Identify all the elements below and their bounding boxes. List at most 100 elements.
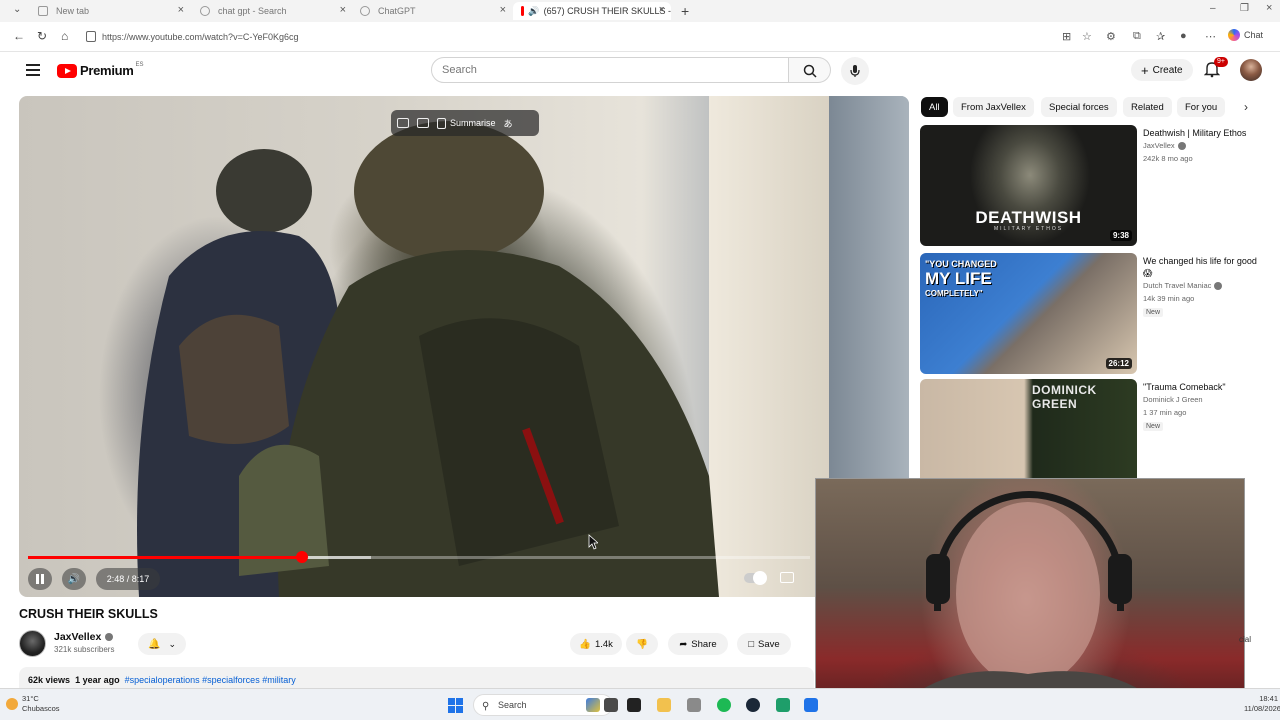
video-player[interactable]: Summarise あ 🔊 2:48 / 8:17 — [19, 96, 909, 597]
app-icon[interactable] — [687, 698, 701, 712]
recommendation-item[interactable]: DOMINICK GREEN "Trauma Comeback" Dominic… — [920, 379, 1260, 478]
apps-icon[interactable]: ⊞ — [1062, 30, 1071, 43]
back-icon[interactable]: ← — [13, 29, 25, 43]
subtitles-icon[interactable] — [780, 572, 794, 583]
channel-avatar[interactable] — [19, 630, 46, 657]
extension-icon[interactable]: ⚙ — [1106, 30, 1116, 43]
windows-start-icon[interactable] — [448, 698, 463, 713]
close-icon[interactable]: × — [500, 4, 506, 16]
more-icon[interactable]: ⋯ — [1205, 30, 1216, 43]
tab-new-tab[interactable]: New tab × — [30, 2, 190, 20]
search-input[interactable]: Search — [431, 57, 789, 83]
hashtags[interactable]: #specialoperations #specialforces #milit… — [125, 675, 296, 685]
progress-scrubber-handle[interactable] — [295, 551, 308, 563]
chip-special-forces[interactable]: Special forces — [1041, 97, 1117, 117]
favorite-star-icon[interactable]: ☆ — [1082, 30, 1092, 43]
webcam-overlay — [815, 478, 1245, 720]
new-tab-button[interactable]: + — [681, 3, 689, 19]
task-view-icon[interactable] — [627, 698, 641, 712]
steam-icon[interactable] — [746, 698, 760, 712]
speaker-icon[interactable]: 🔊 — [528, 6, 539, 17]
miniplayer-icon[interactable] — [397, 118, 409, 128]
tab-youtube-video[interactable]: 🔊 (657) CRUSH THEIR SKULLS - × — [513, 2, 671, 20]
channel-name-link[interactable]: JaxVellex — [54, 631, 114, 643]
recommendation-channel[interactable]: Dutch Travel Maniac — [1143, 281, 1223, 290]
split-screen-icon[interactable]: ⧉ — [1133, 30, 1141, 43]
system-clock[interactable]: 18:41 11/08/2026 — [1244, 694, 1280, 714]
chip-all[interactable]: All — [921, 97, 948, 117]
spotify-icon[interactable] — [717, 698, 731, 712]
create-button[interactable]: + Create — [1131, 59, 1193, 81]
dislike-button[interactable]: 👎 — [626, 633, 658, 655]
channel-name: JaxVellex — [54, 631, 102, 643]
tab-chatgpt[interactable]: ChatGPT × — [352, 2, 512, 20]
search-button[interactable] — [789, 57, 831, 83]
user-avatar[interactable] — [1240, 59, 1262, 81]
recommendation-meta: 1 37 min ago — [1143, 408, 1187, 417]
recommendation-item[interactable]: "YOU CHANGED MY LIFE COMPLETELY" 26:12 W… — [920, 253, 1260, 374]
plus-icon: + — [1141, 62, 1149, 78]
youtube-play-icon — [57, 63, 77, 78]
maximize-icon[interactable]: ❐ — [1240, 3, 1249, 14]
youtube-premium-logo[interactable]: Premium ES — [57, 62, 144, 78]
close-icon[interactable]: × — [340, 4, 346, 16]
recommendation-title[interactable]: We changed his life for good 😱 — [1143, 255, 1261, 279]
tab-list-chevron-icon[interactable]: ⌄ — [13, 4, 21, 15]
tab-title: New tab — [56, 6, 90, 16]
chip-related[interactable]: Related — [1123, 97, 1172, 117]
menu-icon[interactable] — [26, 64, 40, 76]
close-window-icon[interactable]: × — [1266, 2, 1272, 14]
weather-widget[interactable]: 31°C Chubascos — [6, 694, 60, 714]
recommendation-channel[interactable]: Dominick J Green — [1143, 395, 1203, 404]
close-icon[interactable]: × — [659, 4, 665, 16]
temperature: 31°C — [22, 694, 39, 703]
recommendation-item[interactable]: DEATHWISH MILITARY ETHOS 9:38 Deathwish … — [920, 125, 1260, 246]
pause-icon — [36, 574, 39, 584]
copilot-icon — [1228, 29, 1240, 41]
copilot-button[interactable]: Chat — [1228, 29, 1263, 41]
save-button[interactable]: □ Save — [737, 633, 791, 655]
youtube-icon — [521, 6, 525, 16]
chevron-right-icon[interactable]: › — [1244, 100, 1248, 114]
share-button[interactable]: ➦ Share — [668, 633, 728, 655]
search-icon — [803, 64, 817, 78]
translate-icon[interactable]: あ — [504, 117, 513, 130]
favorites-icon[interactable]: ✰ — [1156, 30, 1165, 43]
autoplay-toggle[interactable] — [744, 571, 767, 585]
file-explorer-icon[interactable] — [657, 698, 671, 712]
thumbs-down-icon: 👎 — [636, 638, 648, 650]
profile-icon[interactable]: ● — [1180, 30, 1187, 42]
home-icon[interactable]: ⌂ — [61, 29, 68, 43]
clock-date: 11/08/2026 — [1244, 704, 1280, 713]
video-thumbnail[interactable]: DEATHWISH MILITARY ETHOS 9:38 — [920, 125, 1137, 246]
refresh-icon[interactable]: ↻ — [37, 29, 47, 43]
pause-button[interactable] — [28, 568, 52, 590]
minimize-icon[interactable]: – — [1210, 3, 1216, 14]
widgets-icon[interactable] — [586, 698, 600, 712]
video-thumbnail[interactable]: DOMINICK GREEN — [920, 379, 1137, 478]
chatgpt-icon — [360, 6, 370, 16]
tab-chat-gpt-search[interactable]: chat gpt - Search × — [192, 2, 352, 20]
like-button[interactable]: 👍 1.4k — [570, 633, 622, 655]
recommendation-title[interactable]: "Trauma Comeback" — [1143, 381, 1261, 393]
summarise-button[interactable]: Summarise — [437, 117, 496, 129]
recommendation-title[interactable]: Deathwish | Military Ethos — [1143, 127, 1261, 139]
edge-icon[interactable] — [804, 698, 818, 712]
url-field[interactable]: https://www.youtube.com/watch?v=C-YeF0Kg… — [80, 26, 1080, 48]
close-icon[interactable]: × — [178, 4, 184, 16]
app-icon[interactable] — [776, 698, 790, 712]
chevron-down-icon: ⌄ — [168, 638, 176, 649]
video-thumbnail[interactable]: "YOU CHANGED MY LIFE COMPLETELY" 26:12 — [920, 253, 1137, 374]
create-label: Create — [1152, 64, 1183, 76]
channel-name: JaxVellex — [1143, 141, 1175, 150]
volume-icon: 🔊 — [67, 573, 81, 585]
volume-button[interactable]: 🔊 — [62, 568, 86, 590]
recommendation-channel[interactable]: JaxVellex — [1143, 141, 1186, 150]
subscribed-notifications-button[interactable]: 🔔 ⌄ — [138, 633, 186, 655]
voice-search-button[interactable] — [841, 57, 869, 85]
windows-taskbar: 31°C Chubascos ⚲ Search 18:41 11/08/2026 — [0, 688, 1280, 720]
picture-in-picture-icon[interactable] — [417, 118, 429, 128]
chip-from-channel[interactable]: From JaxVellex — [953, 97, 1034, 117]
pen-app-icon[interactable] — [604, 698, 618, 712]
chip-for-you[interactable]: For you — [1177, 97, 1226, 117]
